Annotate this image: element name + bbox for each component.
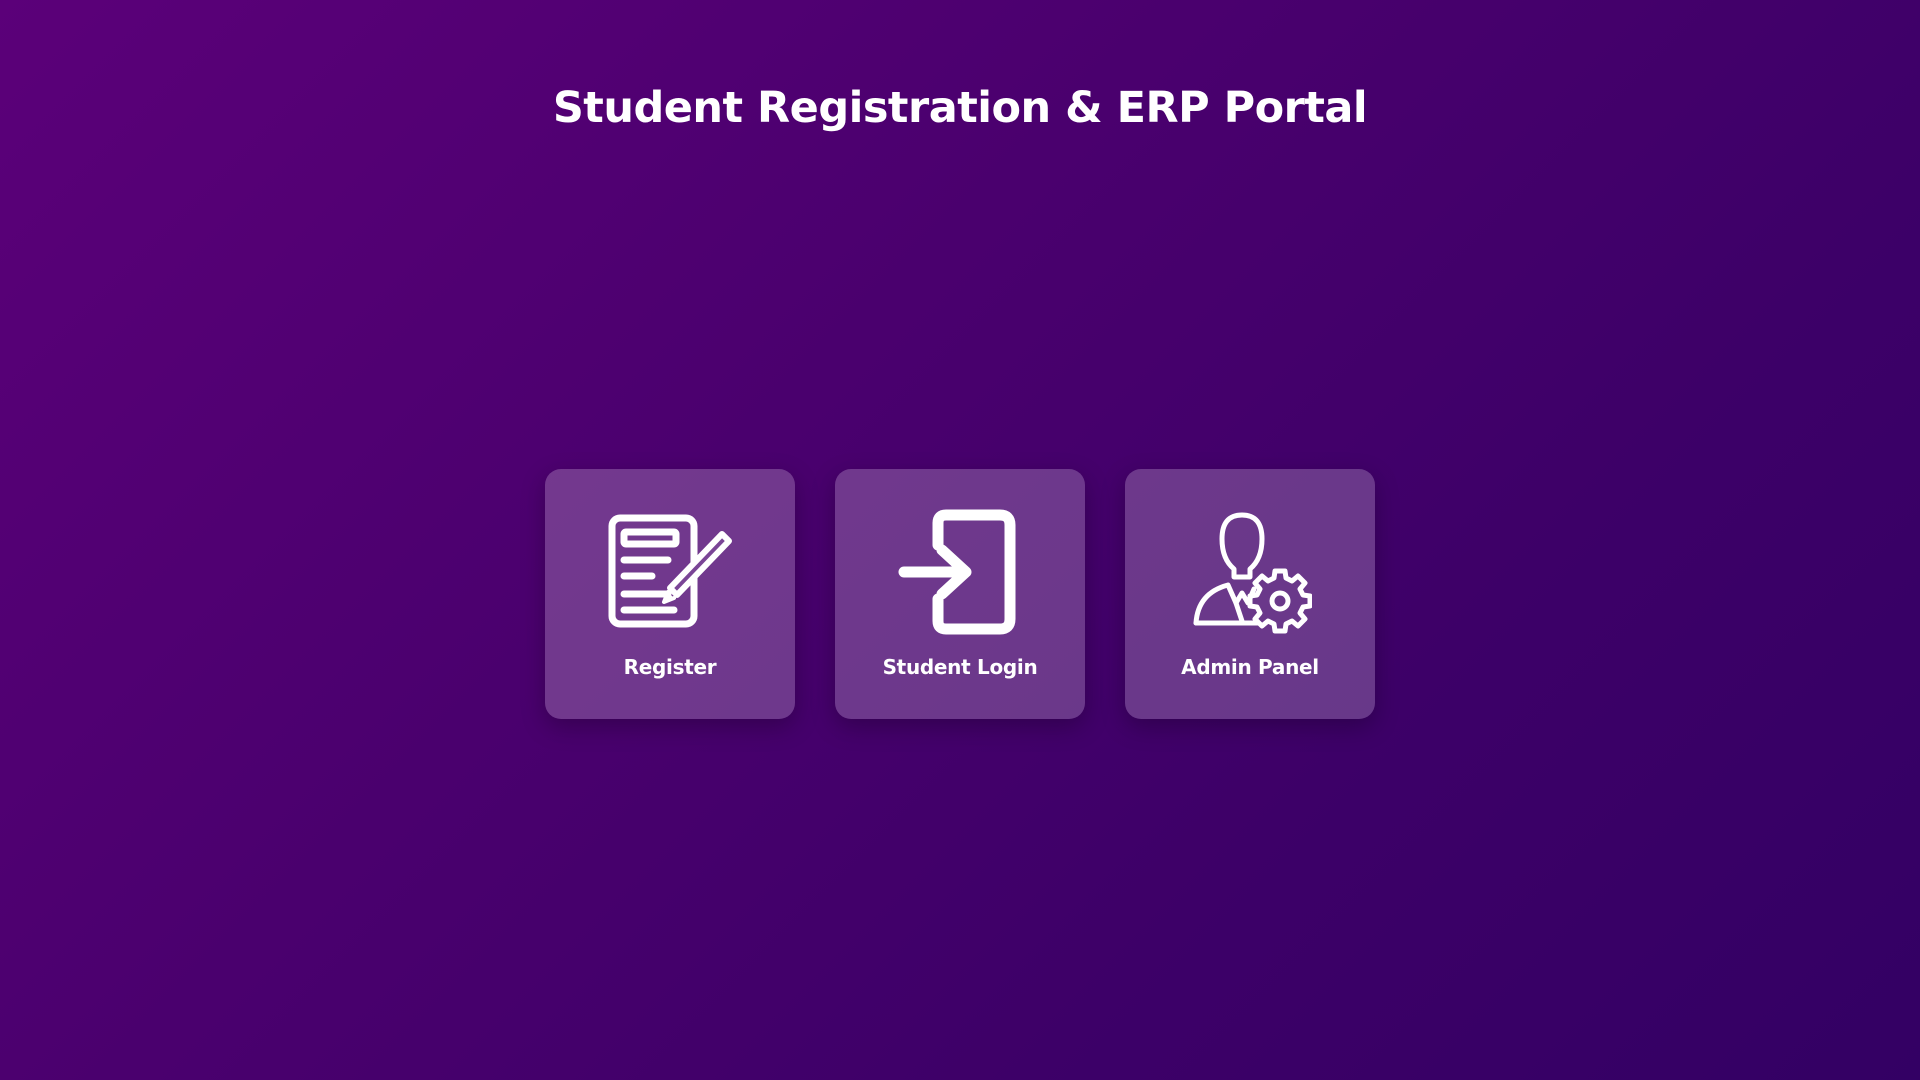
student-login-label: Student Login <box>882 655 1038 679</box>
register-card[interactable]: Register <box>545 469 795 719</box>
portal-options: Register Student Login Admin Panel <box>545 469 1375 719</box>
admin-panel-label: Admin Panel <box>1181 655 1319 679</box>
register-label: Register <box>623 655 717 679</box>
admin-panel-card[interactable]: Admin Panel <box>1125 469 1375 719</box>
student-login-card[interactable]: Student Login <box>835 469 1085 719</box>
register-form-icon <box>605 509 735 635</box>
login-icon <box>895 509 1025 635</box>
admin-gear-icon <box>1185 509 1315 635</box>
page-title: Student Registration & ERP Portal <box>552 83 1368 133</box>
